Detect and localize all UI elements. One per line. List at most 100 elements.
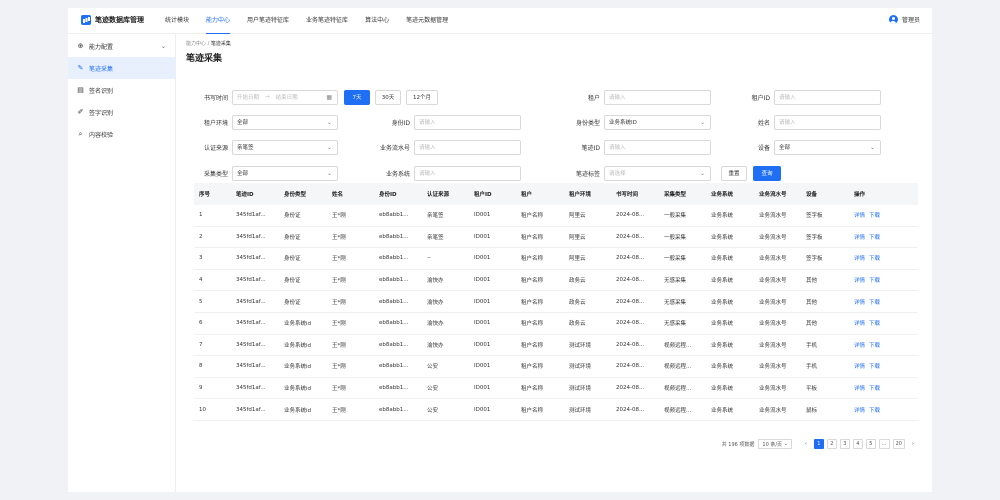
quick-12months-button[interactable]: 12个月 xyxy=(406,89,438,105)
query-button[interactable]: 查询 xyxy=(753,165,781,181)
end-date-placeholder: 结束日期 xyxy=(275,95,298,101)
table-cell: 业务流水号 xyxy=(759,407,787,414)
table-cell: 王*刚 xyxy=(332,342,346,349)
page-button[interactable]: 4 xyxy=(852,439,863,449)
nav-item-metadata[interactable]: 笔迹元数据管理 xyxy=(406,8,448,34)
nav-item-algorithm-center[interactable]: 算法中心 xyxy=(365,8,389,34)
table-cell: 签字板 xyxy=(806,256,823,263)
nav-item-business-features[interactable]: 业务笔迹特征库 xyxy=(306,8,348,34)
id-type-select[interactable]: 业务系统ID ⌄ xyxy=(604,114,711,130)
page-button[interactable]: 2 xyxy=(826,439,837,449)
auth-source-label: 认证来源 xyxy=(203,144,228,152)
detail-link[interactable]: 详情 xyxy=(854,256,865,262)
chevron-down-icon: ⌄ xyxy=(699,118,705,126)
detail-link[interactable]: 详情 xyxy=(854,386,865,392)
download-link[interactable]: 下载 xyxy=(869,321,880,327)
device-label: 设备 xyxy=(757,144,770,152)
detail-link[interactable]: 详情 xyxy=(854,213,865,219)
download-link[interactable]: 下载 xyxy=(869,213,880,219)
id-type-label: 身份类型 xyxy=(575,119,600,127)
table-cell: 业务系统 xyxy=(711,213,734,220)
detail-link[interactable]: 详情 xyxy=(854,408,865,414)
tenant-id-input[interactable]: 请输入 xyxy=(774,89,881,105)
table-cell: 视频远程... xyxy=(664,386,692,393)
detail-link[interactable]: 详情 xyxy=(854,321,865,327)
detail-link[interactable]: 详情 xyxy=(854,343,865,349)
detail-link[interactable]: 详情 xyxy=(854,364,865,370)
table-cell: 2024-08... xyxy=(616,255,645,262)
table-cell: 2024-08... xyxy=(616,233,645,240)
table-cell: 王*刚 xyxy=(332,386,346,393)
top-bar: 笔迹数据库管理 统计模块 能力中心 用户笔迹特征库 业务笔迹特征库 算法中心 笔… xyxy=(68,8,932,34)
detail-link[interactable]: 详情 xyxy=(854,235,865,241)
download-link[interactable]: 下载 xyxy=(869,343,880,349)
tenant-env-select[interactable]: 全部 ⌄ xyxy=(232,114,338,130)
page-button[interactable]: 20 xyxy=(892,439,905,449)
name-input[interactable]: 请输入 xyxy=(774,114,881,130)
prev-page-button[interactable]: ‹ xyxy=(801,439,811,449)
next-page-button[interactable]: › xyxy=(908,439,918,449)
sidebar-group-capability-config[interactable]: ⊕ 能力配置 ⌄ xyxy=(68,35,175,57)
table-cell: 身份证 xyxy=(284,213,301,220)
id-no-input[interactable]: 请输入 xyxy=(414,114,521,130)
table-cell: 身份证 xyxy=(284,278,301,285)
page-button[interactable]: 3 xyxy=(839,439,850,449)
column-header: 操作 xyxy=(854,192,866,198)
download-link[interactable]: 下载 xyxy=(869,300,880,306)
download-link[interactable]: 下载 xyxy=(869,278,880,284)
table-cell: 租户名称 xyxy=(521,407,544,414)
stroke-tag-select[interactable]: 请选择 ⌄ xyxy=(604,165,711,181)
tenant-input[interactable]: 请输入 xyxy=(604,89,711,105)
user-menu[interactable]: 管理员 xyxy=(888,15,920,24)
write-time-range-picker[interactable]: 开始日期 → 结束日期 ▦ xyxy=(232,89,338,105)
table-cell: 2024-08... xyxy=(616,406,645,413)
write-time-label: 书写时间 xyxy=(203,94,228,102)
sidebar-item-sign-recognition[interactable]: ✐ 签字识别 xyxy=(68,101,175,123)
download-link[interactable]: 下载 xyxy=(869,364,880,370)
download-link[interactable]: 下载 xyxy=(869,386,880,392)
row-actions: 详情 下载 xyxy=(849,211,894,219)
table-cell: ID001 xyxy=(474,406,491,413)
column-header: 业务流水号 xyxy=(759,192,787,198)
table-cell: 签字板 xyxy=(806,234,823,241)
download-link[interactable]: 下载 xyxy=(869,408,880,414)
sidebar-item-handwriting-collection[interactable]: ✎ 笔迹采集 xyxy=(68,57,175,79)
breadcrumb-parent[interactable]: 能力中心 xyxy=(186,41,206,47)
download-link[interactable]: 下载 xyxy=(869,235,880,241)
start-date-placeholder: 开始日期 xyxy=(237,95,260,101)
detail-link[interactable]: 详情 xyxy=(854,300,865,306)
quick-30days-button[interactable]: 30天 xyxy=(375,89,401,105)
auth-source-select[interactable]: 亲笔签 ⌄ xyxy=(232,139,338,155)
detail-link[interactable]: 详情 xyxy=(854,278,865,284)
stroke-id-input[interactable]: 请输入 xyxy=(604,139,711,155)
biz-system-input[interactable]: 请输入 xyxy=(414,165,521,181)
app-logo[interactable]: 笔迹数据库管理 xyxy=(81,15,144,25)
collect-type-select[interactable]: 全部 ⌄ xyxy=(232,165,338,181)
table-row: 2 345fd1af... 身份证 王*刚 eb8abb1... 亲笔签 ID001 租户名称… xyxy=(194,227,918,249)
tenant-placeholder: 请输入 xyxy=(609,95,626,101)
table-cell: 业务系统 xyxy=(711,364,734,371)
quick-7days-button[interactable]: 7天 xyxy=(344,89,370,105)
device-select[interactable]: 全部 ⌄ xyxy=(774,139,881,155)
table-row: 9 345fd1af... 业务系统id 王*刚 eb8abb1... 公安 ID001 租户… xyxy=(194,378,918,400)
biz-serial-input[interactable]: 请输入 xyxy=(414,139,521,155)
download-link[interactable]: 下载 xyxy=(869,256,880,262)
id-no-label: 身份ID xyxy=(391,119,410,127)
table-cell: 租户名称 xyxy=(521,234,544,241)
table-cell: eb8abb1... xyxy=(379,341,409,348)
page-button[interactable]: 1 xyxy=(813,439,824,449)
nav-item-user-features[interactable]: 用户笔迹特征库 xyxy=(247,8,289,34)
table-cell: 2024-08... xyxy=(616,212,645,219)
table-cell: eb8abb1... xyxy=(379,298,409,305)
table-cell: 业务系统 xyxy=(711,321,734,328)
nav-item-capability-center[interactable]: 能力中心 xyxy=(206,8,231,34)
table-cell: 签字板 xyxy=(806,213,823,220)
sidebar-item-content-check[interactable]: ⌕ 内容校验 xyxy=(68,123,175,145)
page-ellipsis[interactable]: ... xyxy=(878,439,890,449)
page-size-select[interactable]: 10 条/页 ⌄ xyxy=(758,439,792,449)
nav-item-stats[interactable]: 统计模块 xyxy=(165,8,189,34)
row-actions: 详情 下载 xyxy=(849,276,894,284)
sidebar-item-signature-recognition[interactable]: ▤ 签名识别 xyxy=(68,79,175,101)
reset-button[interactable]: 重置 xyxy=(721,165,747,181)
page-button[interactable]: 5 xyxy=(865,439,876,449)
